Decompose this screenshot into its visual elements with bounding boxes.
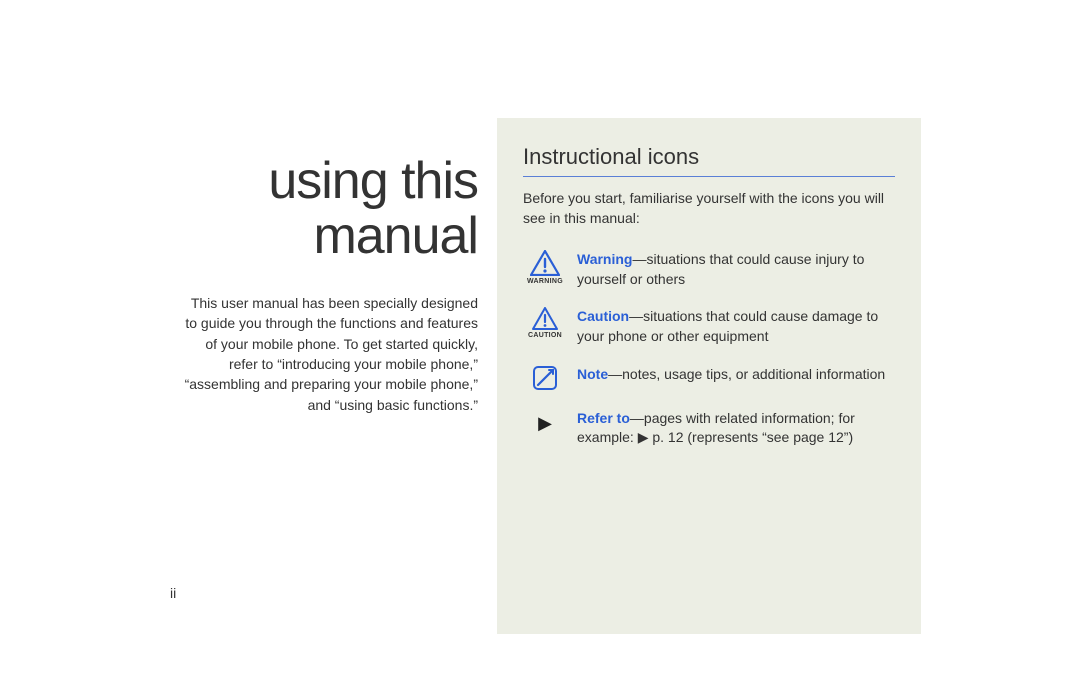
title-line-1: using this [268,152,478,210]
warning-icon [523,250,567,276]
caution-text: Caution—situations that could cause dama… [567,307,895,346]
note-icon-cell [523,365,567,391]
warning-term: Warning [577,251,632,267]
caution-caption: CAUTION [523,332,567,339]
left-column: using this manual This user manual has b… [178,154,478,415]
caution-icon [523,307,567,330]
refer-to-icon: ▶ [538,413,552,433]
instructional-icons-panel: Instructional icons Before you start, fa… [497,118,921,634]
page-title: using this manual [178,154,478,263]
caution-term: Caution [577,308,629,324]
icon-row-note: Note—notes, usage tips, or additional in… [523,365,895,391]
page-number: ii [170,585,176,601]
note-desc: —notes, usage tips, or additional inform… [608,366,885,382]
icon-row-caution: CAUTION Caution—situations that could ca… [523,307,895,346]
note-text: Note—notes, usage tips, or additional in… [567,365,895,385]
note-icon [523,365,567,391]
heading-underline [523,176,895,177]
refer-term: Refer to [577,410,630,426]
section-intro: Before you start, familiarise yourself w… [523,189,895,228]
refer-text: Refer to—pages with related information;… [567,409,895,448]
refer-to-icon-cell: ▶ [523,409,567,437]
icon-row-warning: WARNING Warning—situations that could ca… [523,250,895,289]
warning-icon-cell: WARNING [523,250,567,285]
warning-text: Warning—situations that could cause inju… [567,250,895,289]
note-term: Note [577,366,608,382]
manual-page: using this manual This user manual has b… [0,0,1080,696]
title-line-2: manual [313,207,478,265]
section-heading: Instructional icons [523,144,895,170]
intro-paragraph: This user manual has been specially desi… [178,293,478,415]
icon-row-refer: ▶ Refer to—pages with related informatio… [523,409,895,448]
caution-icon-cell: CAUTION [523,307,567,339]
warning-caption: WARNING [523,278,567,285]
